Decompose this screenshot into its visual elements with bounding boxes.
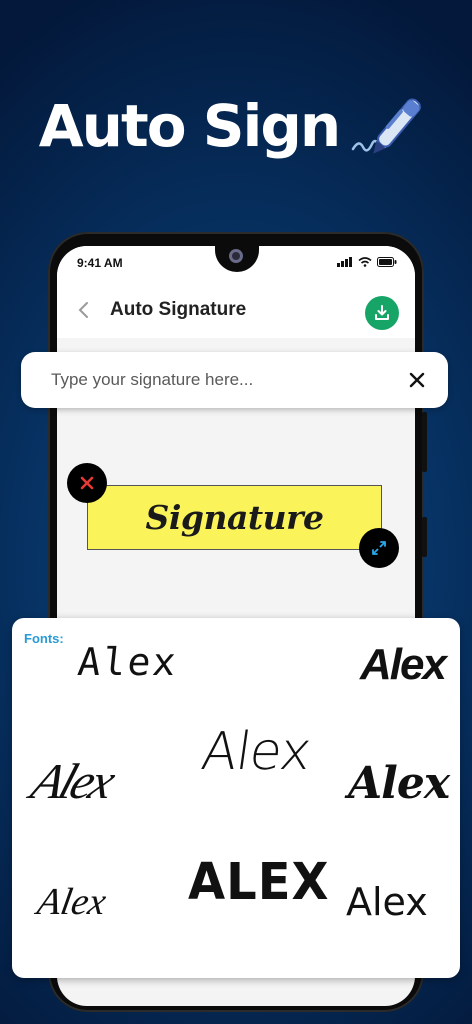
font-option-4[interactable]: Alex: [198, 722, 314, 782]
headline-text: Auto Sign: [38, 92, 341, 160]
pen-icon: [351, 98, 422, 154]
status-icons: [337, 257, 397, 267]
phone-side-button: [422, 412, 427, 472]
signature-input-card: [21, 352, 448, 408]
wifi-icon: [358, 257, 372, 267]
signal-icon: [337, 257, 352, 267]
camera: [229, 249, 243, 263]
font-option-1[interactable]: Alex: [76, 640, 180, 684]
font-option-5[interactable]: Alex: [348, 758, 450, 809]
status-time: 9:41 AM: [77, 256, 123, 270]
close-icon[interactable]: [408, 371, 426, 389]
font-option-3[interactable]: Alex: [25, 752, 121, 810]
delete-x-icon: [80, 476, 94, 490]
signature-preview[interactable]: Signature: [87, 485, 382, 550]
app-bar: Auto Signature: [57, 282, 415, 338]
app-bar-title: Auto Signature: [110, 299, 247, 320]
back-icon[interactable]: [73, 298, 95, 322]
download-icon: [375, 305, 389, 320]
signature-input[interactable]: [51, 352, 381, 408]
font-option-8[interactable]: Alex: [346, 880, 428, 924]
phone-side-button: [422, 517, 427, 557]
signature-text: Signature: [145, 498, 324, 537]
resize-arrows-icon: [372, 541, 386, 555]
battery-icon: [377, 257, 397, 267]
font-option-2[interactable]: Alex: [360, 640, 447, 690]
headline: Auto Sign: [0, 92, 472, 160]
download-button[interactable]: [365, 296, 399, 330]
font-option-7[interactable]: ALEX: [188, 853, 330, 912]
font-option-6[interactable]: Alex: [34, 880, 109, 924]
fonts-label: Fonts:: [24, 631, 64, 646]
fonts-panel: Fonts: Alex Alex Alex Alex Alex Alex ALE…: [12, 618, 460, 978]
resize-signature-button[interactable]: [359, 528, 399, 568]
delete-signature-button[interactable]: [67, 463, 107, 503]
